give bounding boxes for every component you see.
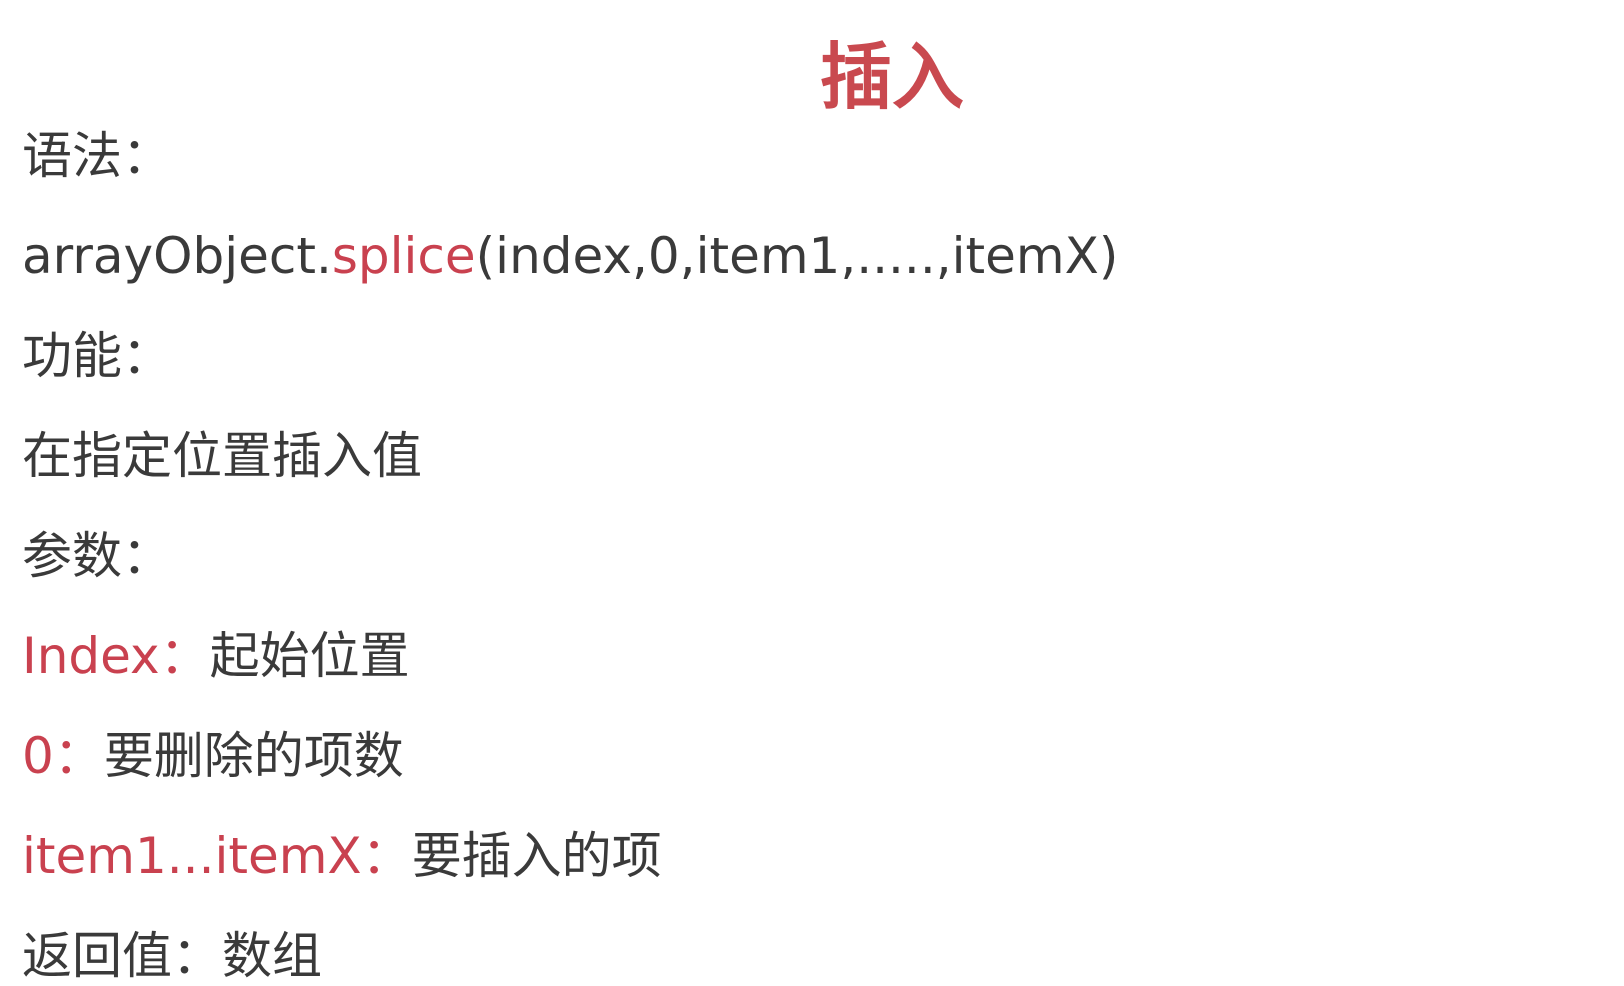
function-description: 在指定位置插入值 <box>22 427 422 485</box>
code-method: splice <box>331 227 476 285</box>
slide-title: 插入 <box>820 35 965 119</box>
param-name: Index： <box>22 627 210 685</box>
param-index: Index：起始位置 <box>22 626 410 686</box>
param-desc: 要删除的项数 <box>103 727 404 785</box>
param-items: item1...itemX：要插入的项 <box>22 826 662 886</box>
code-prefix: arrayObject. <box>22 227 332 285</box>
param-desc: 起始位置 <box>209 627 410 685</box>
slide: 插入 语法： arrayObject.splice(index,0,item1,… <box>0 0 1624 986</box>
param-delete-count: 0：要删除的项数 <box>22 726 404 786</box>
param-desc: 要插入的项 <box>411 827 662 885</box>
syntax-label: 语法： <box>22 127 172 185</box>
function-label: 功能： <box>22 327 172 385</box>
return-value: 返回值：数组 <box>22 927 322 985</box>
params-label: 参数： <box>22 527 172 585</box>
param-name: item1...itemX： <box>22 827 412 885</box>
syntax-code: arrayObject.splice(index,0,item1,.....,i… <box>22 226 1118 286</box>
code-args: (index,0,item1,.....,itemX) <box>475 227 1119 285</box>
param-name: 0： <box>22 727 104 785</box>
